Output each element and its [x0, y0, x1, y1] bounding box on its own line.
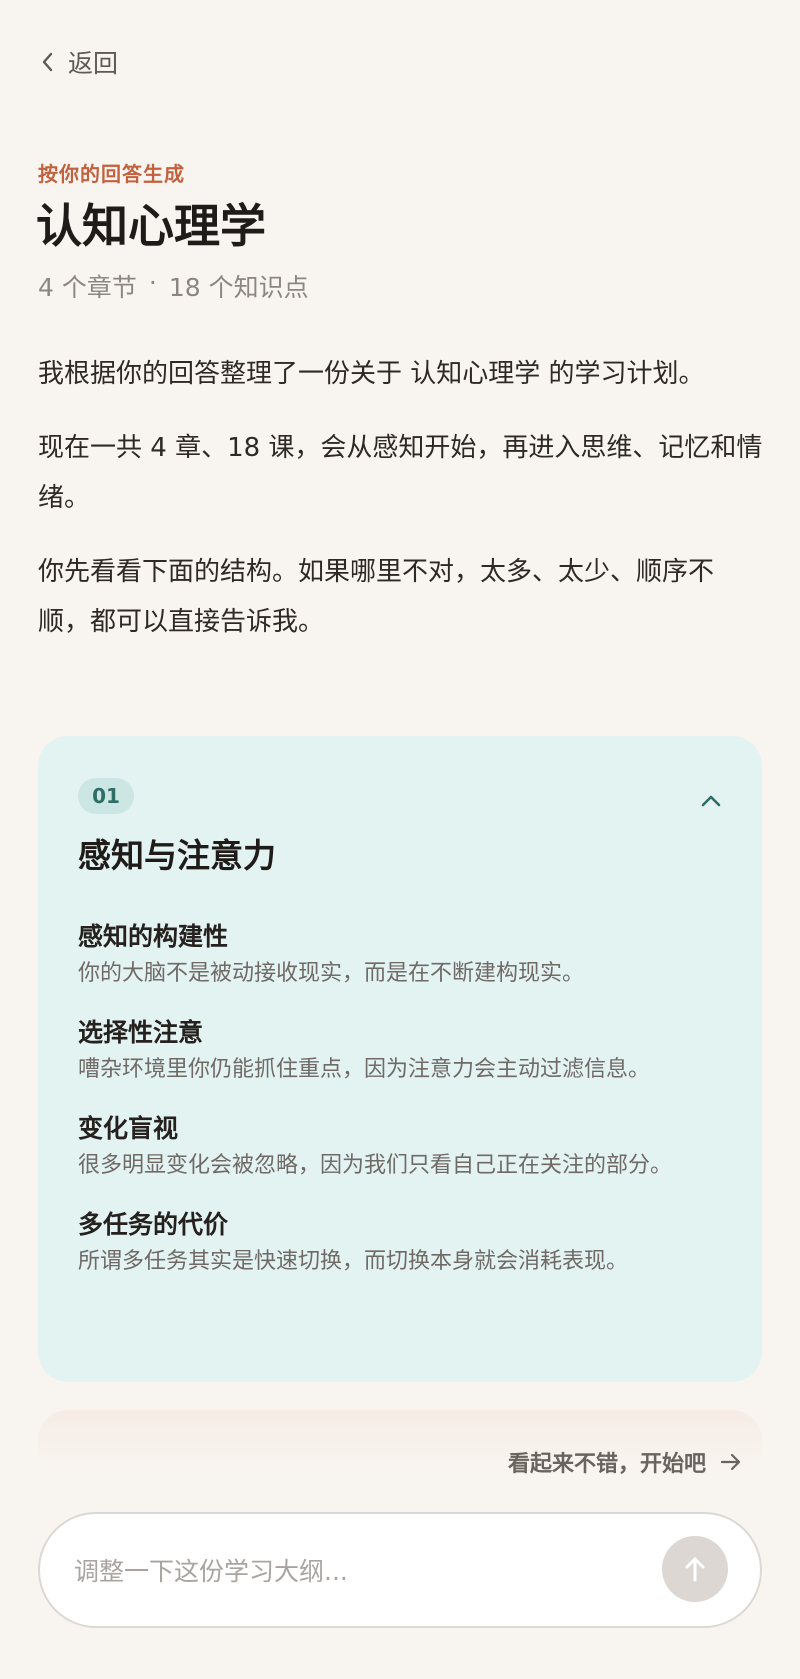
topic-title: 感知的构建性	[78, 922, 229, 951]
list-item: 选择性注意 嘈杂环境里你仍能抓住重点，因为注意力会主动过滤信息。	[78, 1016, 718, 1086]
message-composer	[38, 1512, 762, 1628]
topic-description: 所谓多任务其实是快速切换，而切换本身就会消耗表现。	[78, 1249, 629, 1274]
arrow-up-icon	[685, 1557, 705, 1582]
back-label: 返回	[68, 49, 119, 78]
topic-description: 很多明显变化会被忽略，因为我们只看自己正在关注的部分。	[78, 1153, 673, 1178]
intro-paragraph: 我根据你的回答整理了一份关于 认知心理学 的学习计划。	[38, 359, 705, 389]
start-learning-label: 看起来不错，开始吧	[507, 1452, 706, 1477]
chapter-title: 感知与注意力	[78, 836, 276, 875]
start-learning-button[interactable]: 看起来不错，开始吧	[508, 1446, 742, 1478]
list-item: 感知的构建性 你的大脑不是被动接收现实，而是在不断建构现实。	[78, 920, 718, 990]
chapter-card: 01 感知与注意力 感知的构建性 你的大脑不是被动接收现实，而是在不断建构现实。…	[38, 736, 762, 1382]
topic-title: 变化盲视	[78, 1114, 179, 1143]
topic-list: 感知的构建性 你的大脑不是被动接收现实，而是在不断建构现实。 选择性注意 嘈杂环…	[78, 920, 718, 1304]
chapter-count: 4 个章节	[38, 273, 137, 302]
back-button[interactable]: 返回	[40, 40, 118, 84]
knowledge-point-count: 18 个知识点	[168, 273, 309, 302]
intro-paragraph: 现在一共 4 章、18 课，会从感知开始，再进入思维、记忆和情绪。	[38, 433, 763, 513]
arrow-right-icon	[720, 1453, 741, 1471]
list-item: 变化盲视 很多明显变化会被忽略，因为我们只看自己正在关注的部分。	[78, 1112, 718, 1182]
generated-label: 按你的回答生成	[38, 162, 185, 186]
plan-meta: 4 个章节 · 18 个知识点	[38, 268, 309, 304]
send-button[interactable]	[662, 1536, 728, 1602]
meta-separator: ·	[148, 268, 157, 297]
topic-title: 多任务的代价	[78, 1210, 229, 1239]
collapse-chapter-button[interactable]	[696, 786, 726, 816]
outline-adjust-input[interactable]	[72, 1542, 636, 1600]
topic-title: 选择性注意	[78, 1018, 204, 1047]
intro-message: 我根据你的回答整理了一份关于 认知心理学 的学习计划。 现在一共 4 章、18 …	[38, 349, 764, 671]
topic-description: 你的大脑不是被动接收现实，而是在不断建构现实。	[78, 961, 585, 986]
topic-description: 嘈杂环境里你仍能抓住重点，因为注意力会主动过滤信息。	[78, 1057, 651, 1082]
chapter-number-badge: 01	[78, 778, 134, 814]
chevron-up-icon	[701, 795, 721, 807]
intro-paragraph: 你先看看下面的结构。如果哪里不对，太多、太少、顺序不顺，都可以直接告诉我。	[38, 557, 715, 637]
chevron-left-icon	[42, 52, 53, 72]
page-title: 认知心理学	[36, 199, 266, 253]
list-item: 多任务的代价 所谓多任务其实是快速切换，而切换本身就会消耗表现。	[78, 1208, 718, 1278]
